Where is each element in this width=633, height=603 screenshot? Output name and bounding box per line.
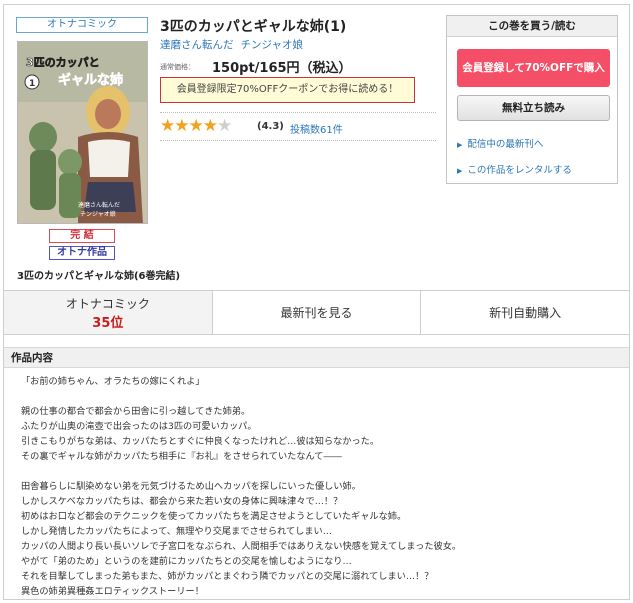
description-line: それを目撃してしまった弟もまた、姉がカッパとまぐわう隣でカッパとの交尾に溺れてし…	[21, 571, 434, 582]
triangle-right-icon: ▶	[457, 141, 463, 149]
rental-link[interactable]: ▶ この作品をレンタルする	[457, 162, 572, 176]
author-list: 達磨さん転んだ チンジャオ娘	[160, 37, 310, 52]
description-line: 「お前の姉ちゃん、オラたちの嫁にくれよ」	[21, 376, 205, 387]
ranking-value: 35位	[92, 315, 124, 331]
ranking-label: オトナコミック	[65, 296, 150, 311]
series-name: 3匹のカッパとギャルな姉(6巻完結)	[17, 271, 181, 282]
latest-volume-link[interactable]: ▶ 配信中の最新刊へ	[457, 136, 543, 150]
cover-title-lettering: 3匹のカッパと	[26, 56, 100, 69]
svg-text:チンジャオ娘: チンジャオ娘	[80, 210, 116, 218]
rating-value: (4.3)	[257, 121, 284, 132]
description-line: 田舎暮らしに馴染めない弟を元気づけるため山へカッパを探しにいった優しい姉。	[21, 481, 361, 492]
auto-purchase-tab-label: 新刊自動購入	[489, 306, 562, 320]
author-link[interactable]: 達磨さん転んだ	[160, 39, 234, 51]
buy-panel-header: この巻を買う/読む	[447, 16, 617, 37]
review-count-link[interactable]: 投稿数61件	[290, 121, 343, 136]
description-line: 引きこもりがちな弟は、カッパたちとすぐに仲良くなったけれど…彼は知らなかった。	[21, 436, 380, 447]
description-line	[21, 464, 621, 479]
star-icon: ★	[174, 116, 189, 136]
svg-text:ギャルな姉: ギャルな姉	[58, 72, 123, 88]
rental-label: この作品をレンタルする	[467, 165, 572, 176]
coupon-banner[interactable]: 会員登録限定70%OFFクーポンでお得に読める！	[160, 77, 415, 103]
description-line	[21, 389, 621, 404]
ranking-tab[interactable]: オトナコミック 35位	[4, 291, 213, 334]
adult-badge: オトナ作品	[49, 246, 115, 260]
divider	[160, 140, 436, 141]
description-line: しかしスケベなカッパたちは、都会から来た若い女の身体に興味津々で…！？	[21, 496, 343, 507]
triangle-right-icon: ▶	[457, 167, 463, 175]
latest-volume-tab[interactable]: 最新刊を見る	[212, 291, 422, 334]
auto-purchase-tab[interactable]: 新刊自動購入	[421, 291, 630, 334]
description-line: 異色の姉弟異種姦エロティックストーリー！	[21, 586, 204, 597]
rating-stars: ★★★★★	[160, 116, 232, 136]
divider	[160, 112, 436, 113]
description-body: 「お前の姉ちゃん、オラたちの嫁にくれよ」 親の仕事の都合で都会から田舎に引っ越し…	[21, 374, 621, 599]
latest-volume-label: 配信中の最新刊へ	[467, 139, 544, 150]
star-icon: ★	[160, 116, 175, 136]
cover-image[interactable]: 3匹のカッパと ギャルな姉 1 達磨さん転んだ チンジャオ娘	[17, 41, 148, 224]
description-header: 作品内容	[4, 347, 629, 368]
latest-volume-tab-label: 最新刊を見る	[280, 306, 353, 320]
free-preview-button[interactable]: 無料立ち読み	[457, 95, 610, 121]
member-purchase-button[interactable]: 会員登録して70%OFFで購入	[457, 49, 610, 87]
description-line: 初めはお口など都会のテクニックを使ってカッパたちを満足させようとしていたギャルな…	[21, 511, 407, 522]
svg-text:達磨さん転んだ: 達磨さん転んだ	[78, 201, 120, 209]
status-badge: 完 結	[49, 229, 115, 243]
description-line: カッパの人間より長い長いソレで子宮口をなぶられ、人間相手ではありえない快感を覚え…	[21, 541, 462, 552]
description-line: しかし発情したカッパたちによって、無理やり交尾までさせられてしまい…	[21, 526, 332, 537]
star-icon: ★	[202, 116, 218, 136]
action-tabs: オトナコミック 35位 最新刊を見る 新刊自動購入	[4, 290, 630, 335]
description-line: その裏でギャルな姉がカッパたち相手に『お礼』をさせられていたなんて――	[21, 451, 342, 462]
author-link[interactable]: チンジャオ娘	[241, 39, 303, 51]
description-line: 親の仕事の都合で都会から田舎に引っ越してきた姉弟。	[21, 406, 251, 417]
star-icon: ★	[188, 116, 204, 136]
description-line: ふたりが山奥の滝壺で出会ったのは3匹の可愛いカッパ。	[21, 421, 257, 432]
buy-panel: この巻を買う/読む 会員登録して70%OFFで購入 無料立ち読み ▶ 配信中の最新…	[446, 15, 618, 184]
description-line: やがて「弟のため」というのを建前にカッパたちとの交尾を愉しむようになり…	[21, 556, 352, 567]
book-title: 3匹のカッパとギャルな姉(1)	[160, 19, 347, 35]
price-label: 通常価格：	[160, 63, 195, 71]
star-icon: ★	[217, 116, 232, 136]
price: 150pt/165円（税込）	[212, 61, 352, 76]
svg-text:1: 1	[29, 79, 35, 89]
genre-tag[interactable]: オトナコミック	[16, 17, 148, 33]
